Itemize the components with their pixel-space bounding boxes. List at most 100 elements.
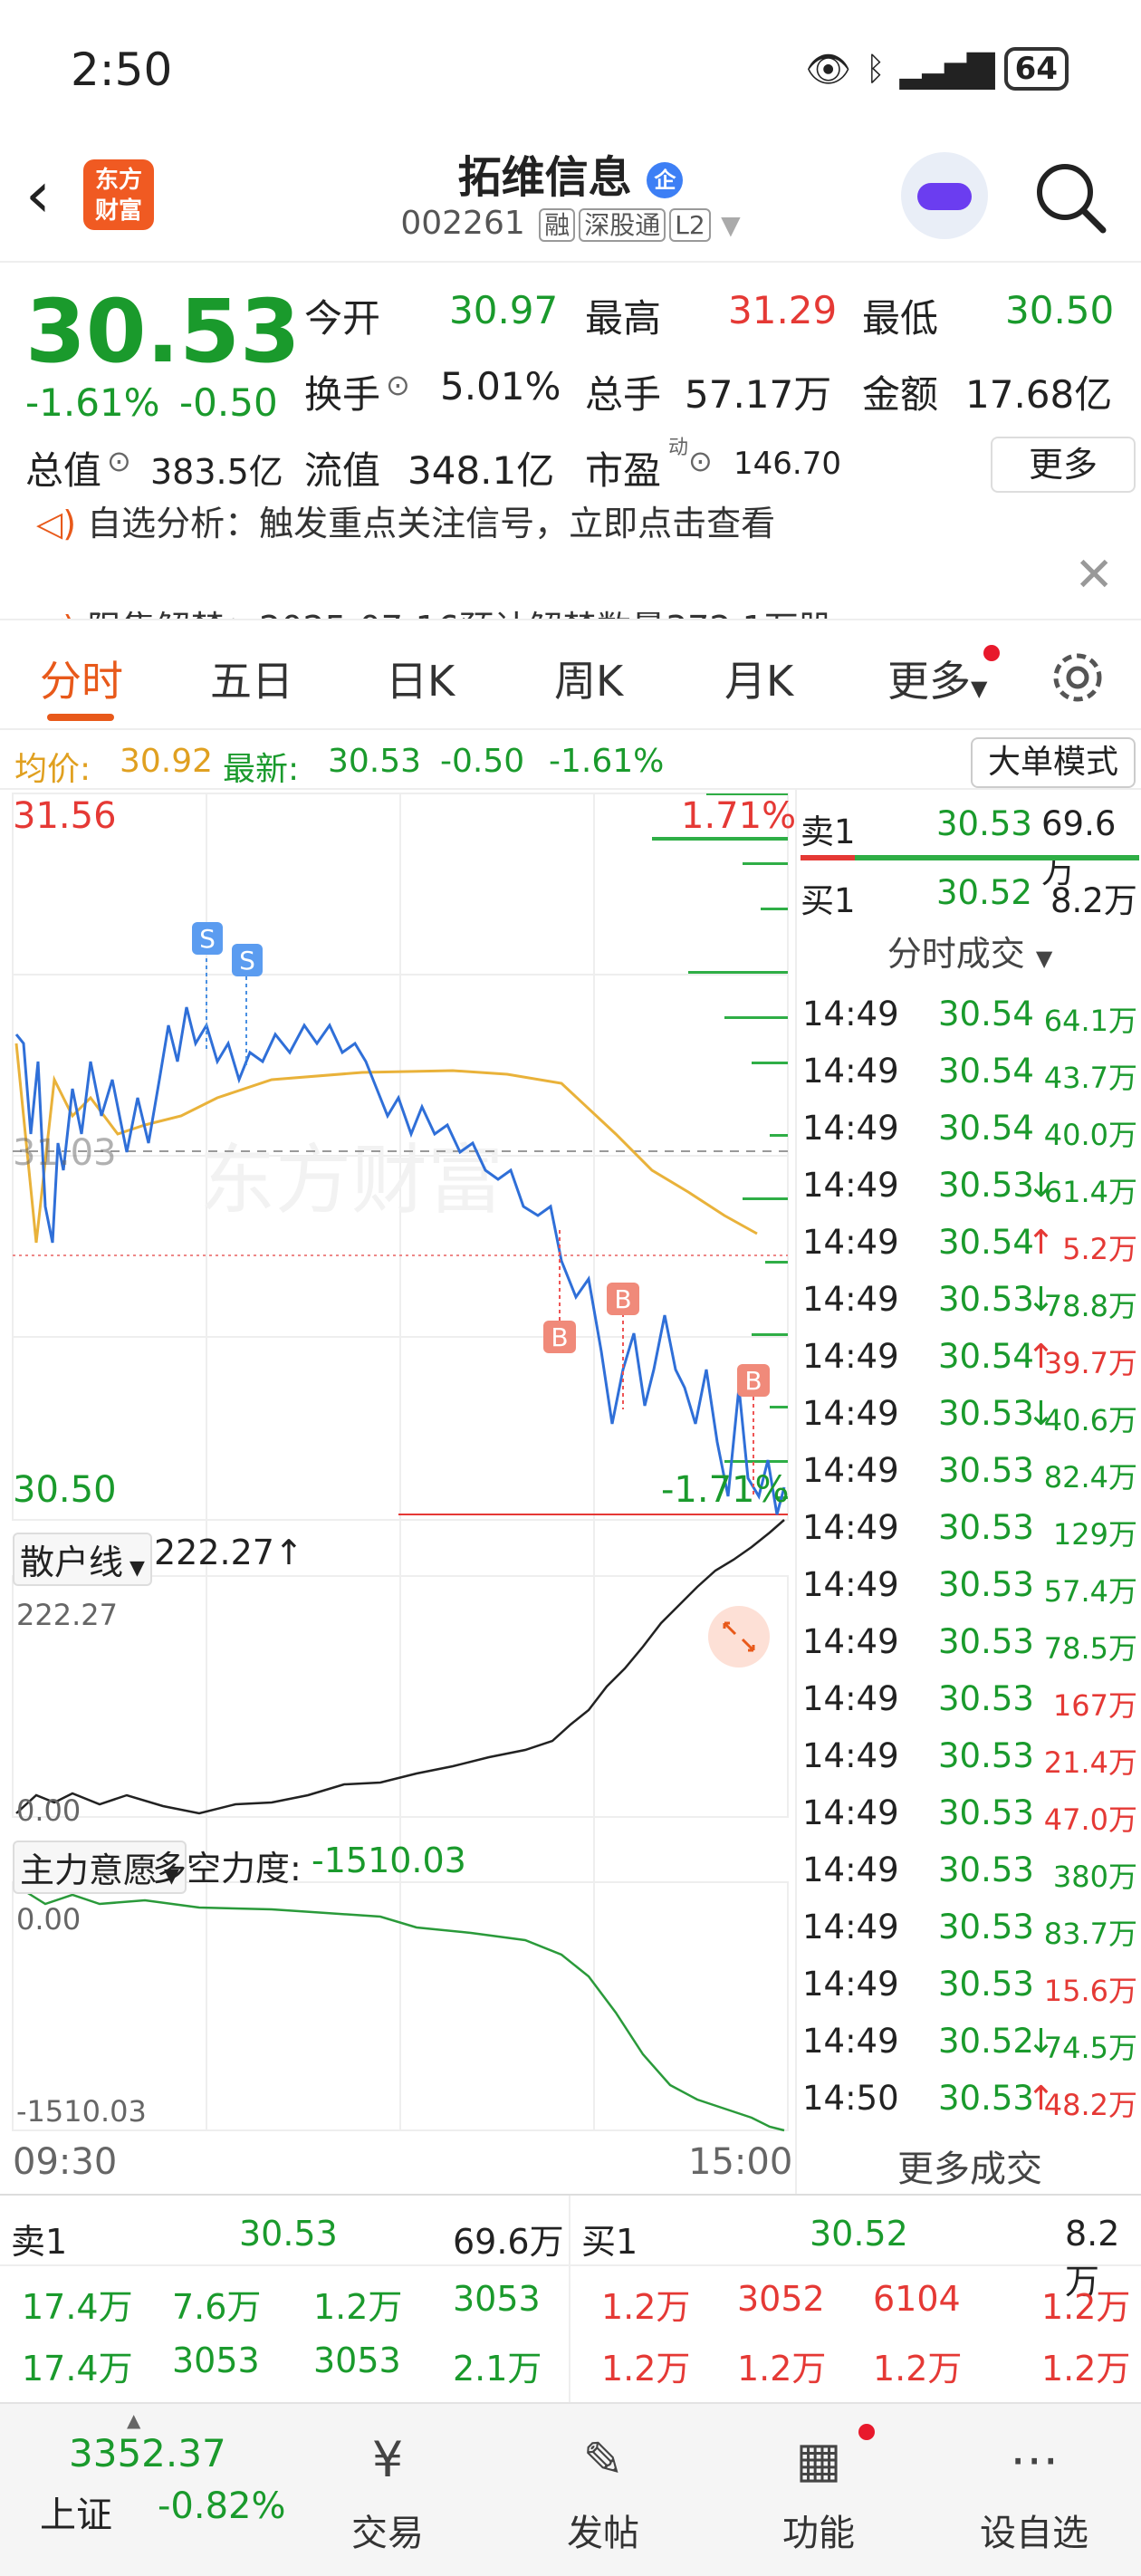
big-order-mode-button[interactable]: 大单模式 [971,737,1136,788]
latest-value: 30.53 [328,743,422,780]
tab-daily-k[interactable]: 日K [386,649,455,708]
tick-volume: 15.6万 [1043,1974,1137,2008]
tick-row: 14:49 30.53 15.6万 [797,1956,1141,2013]
info-icon[interactable]: ⊙ [688,444,713,478]
svg-text:B: B [744,1366,762,1396]
bottom-nav: ▲ 3352.37 上证 -0.82% ¥ 交易 ✎ 发帖 ▦ 功能 ⋯ 设自选 [0,2402,1141,2576]
notice-item[interactable]: ◁) 自选分析：触发重点关注信号，立即点击查看 [36,503,775,545]
amount-label: 金额 [862,372,939,417]
notification-dot [858,2424,875,2440]
tick-row: 14:49 30.53 380万 [797,1841,1141,1898]
tab-intraday[interactable]: 分时 [40,649,123,708]
tick-time: 14:49 [802,1508,899,1547]
index-pct[interactable]: -0.82% [158,2485,286,2527]
ticks-header[interactable]: 分时成交 ▼ [797,926,1141,976]
nav-functions[interactable]: 功能 [746,2504,891,2556]
sell-queue-cell: 3053 [313,2341,401,2380]
buy-queue-cell: 1.2万 [1041,2349,1131,2389]
tab-five-day[interactable]: 五日 [210,649,293,708]
tab-more[interactable]: 更多▼ [887,649,987,708]
tick-row: 14:50 30.53 ↑ 48.2万 [797,2070,1141,2127]
amount-value: 17.68亿 [965,372,1113,417]
post-edit-icon[interactable]: ✎ [531,2431,676,2488]
tick-price: 30.53 [938,1508,1034,1547]
indicator-selector-retail[interactable]: 散户线 ▼ [13,1533,152,1586]
current-price: 30.53 [25,281,301,382]
tick-row: 14:49 30.53 47.0万 [797,1784,1141,1841]
buy-queue-cell: 6104 [873,2279,961,2319]
tick-volume: 129万 [1052,1517,1137,1552]
pe-sup: 动 [668,437,689,459]
index-value[interactable]: 3352.37 [69,2431,226,2475]
tick-volume: 78.5万 [1043,1631,1137,1666]
volume-label: 总手 [585,372,662,417]
tick-row: 14:49 30.54 64.1万 [797,985,1141,1043]
close-icon[interactable]: ✕ [1074,548,1114,602]
search-icon[interactable] [1032,159,1108,235]
tick-row: 14:49 30.53 ↓ 61.4万 [797,1157,1141,1214]
intraday-chart[interactable]: 东方财富 S S B B B 31.56 1.71% 31.03 30.50 -… [0,790,796,2194]
tick-row: 14:49 30.53 21.4万 [797,1727,1141,1784]
notice-item[interactable]: ◁) 限售解禁：2025-07-16预计解禁数量372.1万股 [36,601,833,619]
nav-trade[interactable]: 交易 [315,2504,460,2556]
latest-change: -0.50 [440,743,525,780]
tick-row: 14:49 30.53 57.4万 [797,1556,1141,1613]
caret-down-icon: ▼ [721,210,741,240]
turnover-value: 5.01% [440,364,561,409]
info-icon[interactable]: ⊙ [107,444,131,478]
assistant-robot-icon[interactable] [901,152,988,239]
notice-banner[interactable]: ◁) 自选分析：触发重点关注信号，立即点击查看 ◁) 限售解禁：2025-07-… [0,503,1141,620]
tick-volume: 61.4万 [1043,1175,1137,1209]
tick-time: 14:49 [802,1109,899,1148]
avg-label: 均价: [14,751,91,788]
tick-price: 30.53 [938,1850,1034,1889]
force-axis-bottom: -1510.03 [16,2094,147,2129]
bid1-row: 买1 30.52 8.2万 [801,873,1137,920]
settings-gear-icon[interactable] [1049,649,1107,706]
more-dots-icon[interactable]: ⋯ [962,2431,1107,2488]
tick-row: 14:49 30.53 ↓ 78.8万 [797,1271,1141,1328]
expand-icon[interactable] [708,1606,770,1668]
order-book: 卖1 30.53 69.6万 买1 30.52 8.2万 17.4万 7.6万 1.… [0,2194,1141,2404]
status-icons: 👁 ᛒ ▂▃▅▇ 64 [805,47,1069,91]
tick-volume: 167万 [1052,1688,1137,1723]
tab-monthly-k[interactable]: 月K [724,649,793,708]
retail-axis-zero: 0.00 [16,1793,82,1828]
clock: 2:50 [71,43,173,96]
tick-time: 14:50 [802,2079,899,2118]
change-pct: -1.61% [25,380,160,425]
tick-price: 30.53 [938,1965,1034,2004]
trade-yuan-icon[interactable]: ¥ [315,2431,460,2488]
open-value: 30.97 [449,288,559,332]
nav-post[interactable]: 发帖 [531,2504,676,2556]
trade-ticks-panel: 卖1 30.53 69.6万 买1 30.52 8.2万 分时成交 ▼ 14:4… [795,790,1141,2194]
tick-row: 14:49 30.54 43.7万 [797,1043,1141,1100]
more-ticks-button[interactable]: 更多成交 [797,2139,1141,2192]
caret-down-icon: ▼ [123,1557,145,1580]
low-label: 最低 [862,296,939,341]
tick-time: 14:49 [802,1280,899,1319]
tab-weekly-k[interactable]: 周K [554,649,623,708]
tick-volume: 48.2万 [1043,2088,1137,2122]
tick-price: 30.52 [938,2022,1034,2061]
tick-time: 14:49 [802,1394,899,1433]
tag-margin: 融 [539,208,576,242]
tick-row: 14:49 30.53 78.5万 [797,1613,1141,1670]
retail-value: 222.27↑ [154,1533,303,1572]
tag-connect: 深股通 [579,208,666,242]
tick-time: 14:49 [802,1622,899,1661]
index-name[interactable]: 上证 [40,2485,112,2538]
more-button[interactable]: 更多 [991,437,1136,493]
y-axis-high: 31.56 [13,795,117,837]
svg-text:S: S [239,946,255,976]
nav-add-watchlist[interactable]: 设自选 [962,2504,1107,2556]
tick-row: 14:49 30.53 83.7万 [797,1898,1141,1956]
tick-time: 14:49 [802,1337,899,1376]
book-buy-price: 30.52 [810,2214,908,2254]
tick-time: 14:49 [802,1736,899,1775]
tick-volume: 5.2万 [1062,1232,1137,1266]
grid [12,793,789,2131]
buy-queue-cell: 1.2万 [737,2349,827,2389]
tick-volume: 380万 [1052,1860,1137,1894]
info-icon[interactable]: ⊙ [386,368,410,402]
